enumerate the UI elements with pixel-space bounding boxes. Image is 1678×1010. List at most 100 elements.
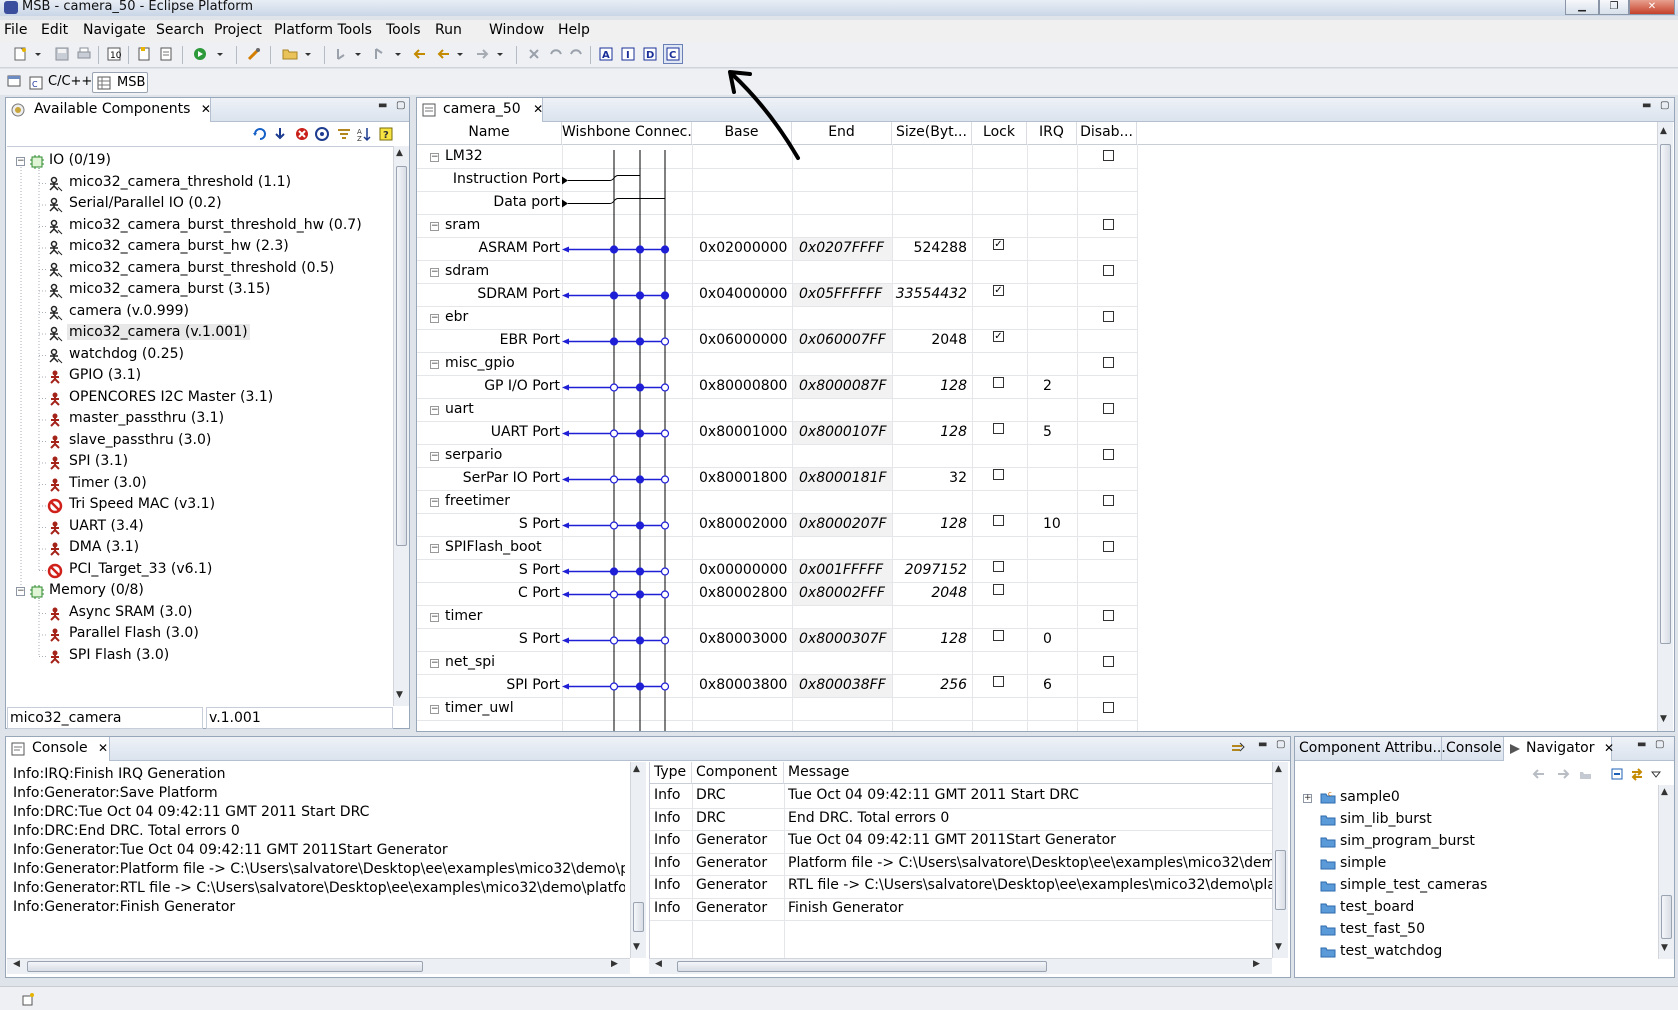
- new-icon[interactable]: [12, 46, 28, 62]
- menu-search[interactable]: Search: [156, 22, 204, 38]
- disable-checkbox[interactable]: [1103, 702, 1114, 713]
- navigator-item[interactable]: simple: [1296, 854, 1658, 876]
- editor-scrollbar[interactable]: ▲ ▼: [1657, 122, 1673, 731]
- minimize-panel-icon[interactable]: ▬: [378, 101, 388, 112]
- close-navigator-icon[interactable]: ✕: [1604, 741, 1614, 755]
- navigator-item[interactable]: test_board: [1296, 898, 1658, 920]
- collapse-icon[interactable]: −: [430, 544, 439, 553]
- menu-project[interactable]: Project: [214, 22, 262, 38]
- view-d-icon[interactable]: D: [642, 46, 658, 62]
- tab-navigator-console[interactable]: Console: [1442, 737, 1504, 761]
- maximize-editor-icon[interactable]: ▢: [1660, 101, 1670, 112]
- lock-checkbox[interactable]: [993, 469, 1004, 480]
- close-window-button[interactable]: ✕: [1629, 0, 1675, 15]
- view-i-icon[interactable]: I: [620, 46, 636, 62]
- lock-checkbox[interactable]: [993, 423, 1004, 434]
- perspective-cpp[interactable]: C C/C++: [26, 72, 96, 93]
- menu-tools[interactable]: Tools: [386, 22, 421, 38]
- disable-checkbox[interactable]: [1103, 265, 1114, 276]
- base-address[interactable]: 0x80003000: [699, 631, 787, 647]
- collapse-icon[interactable]: −: [430, 153, 439, 162]
- collapse-icon[interactable]: −: [430, 222, 439, 231]
- size-bytes[interactable]: 2048: [931, 332, 967, 348]
- port-row-name[interactable]: C Port: [518, 585, 560, 601]
- menu-platform-tools[interactable]: Platform Tools: [274, 22, 372, 38]
- console-log-hscrollbar[interactable]: ◀ ▶: [7, 958, 630, 974]
- component-row-name[interactable]: timer: [445, 608, 482, 624]
- sort-icon[interactable]: AZ: [356, 126, 372, 142]
- lock-checkbox[interactable]: [993, 561, 1004, 572]
- column-header[interactable]: Disab...: [1077, 122, 1137, 144]
- port-row-name[interactable]: S Port: [519, 516, 560, 532]
- disable-checkbox[interactable]: [1103, 541, 1114, 552]
- size-bytes[interactable]: 2097152: [905, 562, 967, 578]
- irq-value[interactable]: 0: [1043, 631, 1052, 647]
- port-row-name[interactable]: UART Port: [491, 424, 560, 440]
- messages-scrollbar[interactable]: ▲ ▼: [1272, 762, 1288, 958]
- port-row-name[interactable]: Instruction Port: [453, 171, 560, 187]
- navigator-scrollbar[interactable]: ▲ ▼: [1658, 785, 1674, 959]
- port-row-name[interactable]: EBR Port: [500, 332, 560, 348]
- tab-console[interactable]: Console ✕: [6, 737, 110, 761]
- nav-back-icon[interactable]: [1531, 766, 1547, 782]
- size-bytes[interactable]: 128: [940, 631, 967, 647]
- menu-navigate[interactable]: Navigate: [83, 22, 146, 38]
- view-menu-icon[interactable]: [1651, 766, 1661, 782]
- view-a-icon[interactable]: A: [598, 46, 614, 62]
- components-tree-scrollbar[interactable]: ▲ ▼: [393, 146, 409, 706]
- undo-icon[interactable]: [548, 46, 564, 62]
- back-icon[interactable]: [436, 46, 452, 62]
- size-bytes[interactable]: 128: [940, 378, 967, 394]
- base-address[interactable]: 0x06000000: [699, 332, 787, 348]
- filter-icon[interactable]: [336, 126, 352, 142]
- target-icon[interactable]: [314, 126, 330, 142]
- minimize-navigator-icon[interactable]: ▬: [1637, 740, 1647, 751]
- port-row-name[interactable]: SerPar IO Port: [463, 470, 560, 486]
- generate-icon[interactable]: [246, 46, 262, 62]
- base-address[interactable]: 0x80002000: [699, 516, 787, 532]
- forward-dropdown-icon[interactable]: [496, 46, 504, 62]
- collapse-icon[interactable]: −: [430, 406, 439, 415]
- print-icon[interactable]: [76, 46, 92, 62]
- message-column-header[interactable]: Type: [650, 762, 692, 784]
- irq-value[interactable]: 2: [1043, 378, 1052, 394]
- port-row-name[interactable]: SPI Port: [506, 677, 560, 693]
- base-address[interactable]: 0x80001000: [699, 424, 787, 440]
- base-address[interactable]: 0x80001800: [699, 470, 787, 486]
- component-row-name[interactable]: SPIFlash_boot: [445, 539, 542, 555]
- component-row-name[interactable]: LM32: [445, 148, 483, 164]
- message-column-header[interactable]: Component: [692, 762, 784, 784]
- prev-annotation-icon[interactable]: [372, 46, 388, 62]
- menu-run[interactable]: Run: [435, 22, 462, 38]
- disable-checkbox[interactable]: [1103, 656, 1114, 667]
- irq-value[interactable]: 6: [1043, 677, 1052, 693]
- collapse-icon[interactable]: −: [430, 360, 439, 369]
- open-dropdown-icon[interactable]: [304, 46, 312, 62]
- messages-hscrollbar[interactable]: ◀ ▶: [649, 958, 1272, 974]
- component-row-name[interactable]: net_spi: [445, 654, 495, 670]
- back-dropdown-icon[interactable]: [456, 46, 464, 62]
- link-editor-icon[interactable]: [1629, 766, 1645, 782]
- nav-up-icon[interactable]: [1577, 766, 1593, 782]
- port-row-name[interactable]: S Port: [519, 631, 560, 647]
- lock-checkbox[interactable]: [993, 515, 1004, 526]
- help-icon[interactable]: ?: [378, 126, 394, 142]
- collapse-icon[interactable]: −: [430, 659, 439, 668]
- maximize-navigator-icon[interactable]: ▢: [1655, 740, 1665, 751]
- run-icon[interactable]: [192, 46, 208, 62]
- open-perspective-icon[interactable]: [6, 73, 22, 89]
- new-dropdown-icon[interactable]: [34, 46, 42, 62]
- component-row-name[interactable]: ebr: [445, 309, 468, 325]
- maximize-panel-icon[interactable]: ▢: [396, 101, 406, 112]
- base-address[interactable]: 0x02000000: [699, 240, 787, 256]
- size-bytes[interactable]: 256: [940, 677, 967, 693]
- close-tab-icon[interactable]: ✕: [201, 102, 211, 116]
- collapse-icon[interactable]: −: [430, 452, 439, 461]
- build-icon[interactable]: 10: [106, 46, 122, 62]
- disable-checkbox[interactable]: [1103, 495, 1114, 506]
- component-row-name[interactable]: sdram: [445, 263, 489, 279]
- run-dropdown-icon[interactable]: [216, 46, 224, 62]
- last-edit-icon[interactable]: [412, 46, 428, 62]
- column-header[interactable]: Name: [417, 122, 562, 144]
- menu-help[interactable]: Help: [558, 22, 590, 38]
